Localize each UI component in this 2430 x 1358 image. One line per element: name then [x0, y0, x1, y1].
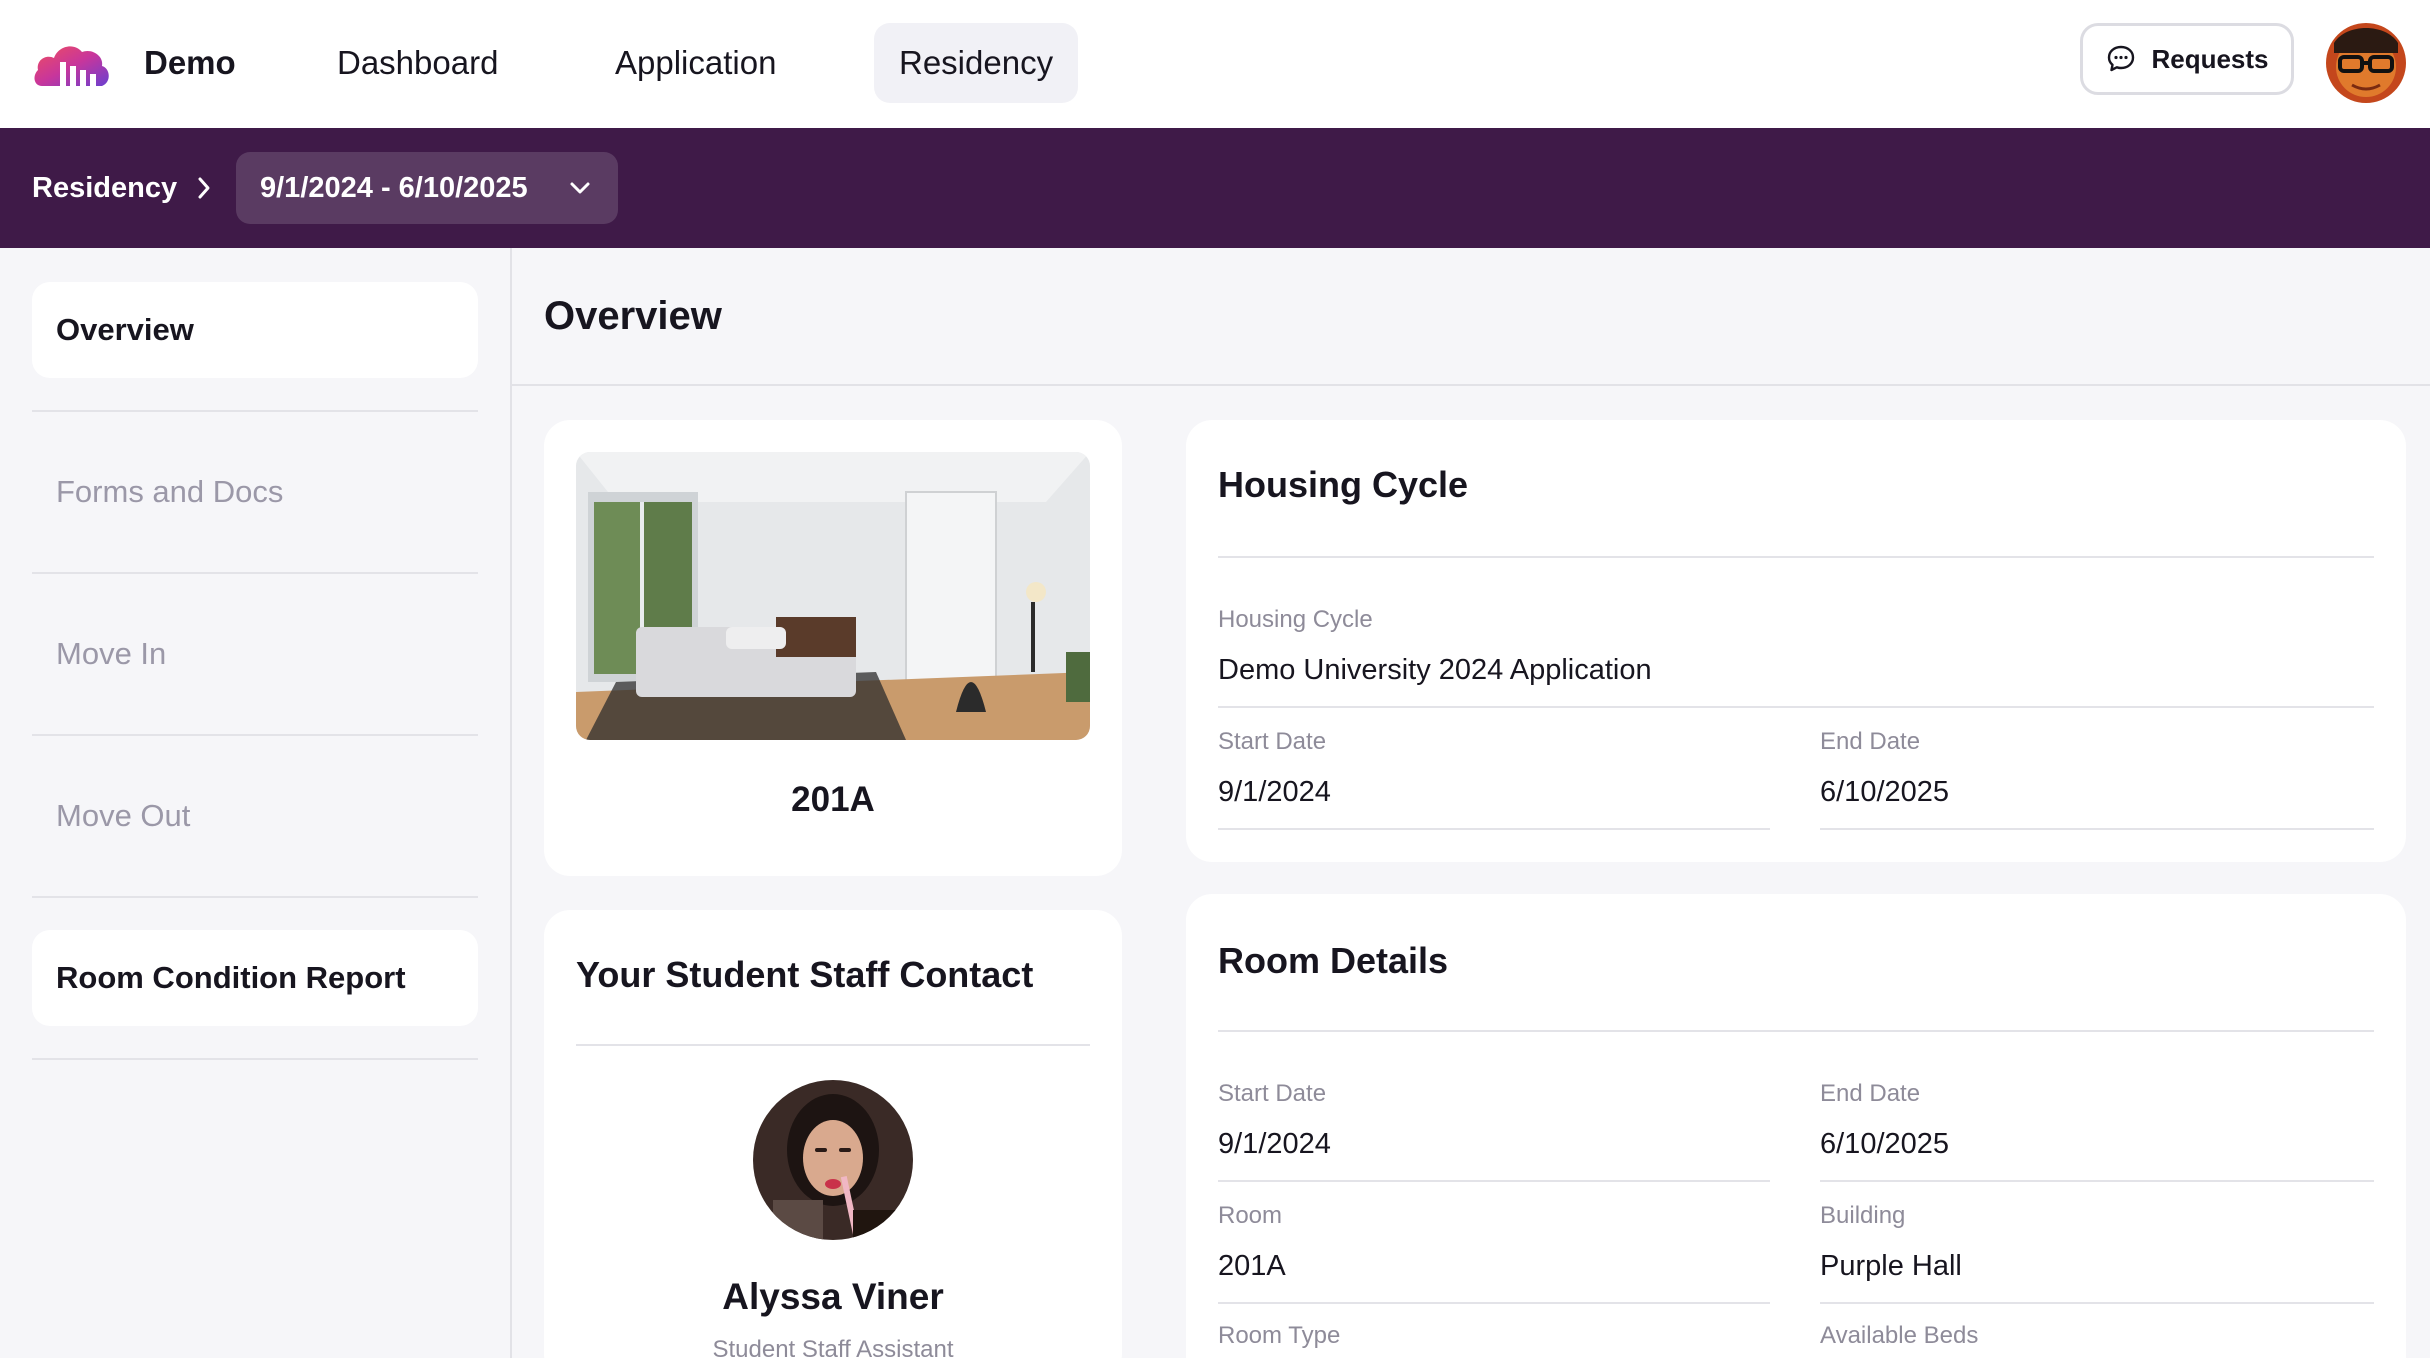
sidebar-divider: [32, 896, 478, 898]
page-title: Overview: [544, 294, 722, 338]
housing-cycle-select[interactable]: 9/1/2024 - 6/10/2025: [236, 152, 618, 224]
nav-residency[interactable]: Residency: [874, 23, 1079, 103]
room-value: 201A: [1218, 1250, 1286, 1282]
housing-cycle-label: Housing Cycle: [1218, 606, 1373, 633]
room-end-date-value: 6/10/2025: [1820, 1128, 1950, 1160]
housing-cycle-select-value: 9/1/2024 - 6/10/2025: [260, 171, 528, 204]
user-avatar[interactable]: [2326, 23, 2406, 103]
residency-subheader: Residency 9/1/2024 - 6/10/2025: [0, 128, 2430, 248]
room-start-date-label: Start Date: [1218, 1080, 1327, 1107]
field-divider: [1218, 706, 2374, 708]
room-end-date-label: End Date: [1820, 1080, 1921, 1107]
room-details-title: Room Details: [1218, 940, 1449, 981]
start-date-label: Start Date: [1218, 728, 1327, 755]
building-label: Building: [1820, 1202, 1906, 1229]
field-divider: [1218, 1180, 1770, 1182]
staff-name: Alyssa Viner: [722, 1276, 944, 1317]
sidebar-item-move-out[interactable]: Move Out: [32, 768, 478, 864]
start-date-value: 9/1/2024: [1218, 776, 1331, 808]
cloud-buildings-logo-icon[interactable]: [32, 36, 112, 92]
room-card: 201A: [544, 420, 1122, 876]
room-start-date-value: 9/1/2024: [1218, 1128, 1331, 1160]
room-label: Room: [1218, 1202, 1283, 1229]
staff-contact-card: Your Student Staff Contact Alyssa Viner …: [544, 910, 1122, 1358]
field-divider: [1820, 1302, 2374, 1304]
field-divider: [1820, 828, 2374, 830]
housing-cycle-title: Housing Cycle: [1218, 464, 1469, 505]
field-divider: [1820, 1180, 2374, 1182]
residency-sidebar: Overview Forms and Docs Move In Move Out…: [0, 248, 512, 1358]
staff-avatar: [753, 1080, 913, 1240]
breadcrumb-residency[interactable]: Residency: [32, 172, 177, 205]
card-divider: [1218, 1030, 2374, 1032]
chevron-right-icon: [198, 177, 210, 199]
card-divider: [1218, 556, 2374, 558]
requests-label: Requests: [2151, 43, 2269, 74]
title-divider: [512, 384, 2430, 386]
available-beds-label: Available Beds: [1820, 1322, 1979, 1349]
staff-role: Student Staff Assistant: [712, 1336, 954, 1358]
housing-cycle-card: Housing Cycle Housing Cycle Demo Univers…: [1186, 420, 2406, 862]
requests-button[interactable]: Requests: [2080, 23, 2294, 95]
sidebar-item-room-condition-report[interactable]: Room Condition Report: [32, 930, 478, 1026]
sidebar-divider: [32, 572, 478, 574]
field-divider: [1218, 828, 1770, 830]
sidebar-item-forms-and-docs[interactable]: Forms and Docs: [32, 444, 478, 540]
end-date-label: End Date: [1820, 728, 1921, 755]
chevron-down-icon: [570, 182, 590, 194]
nav-dashboard[interactable]: Dashboard: [312, 23, 523, 103]
sidebar-divider: [32, 1058, 478, 1060]
staff-card-title: Your Student Staff Contact: [576, 954, 1034, 995]
nav-application[interactable]: Application: [590, 23, 801, 103]
brand-name[interactable]: Demo: [144, 44, 236, 82]
top-navigation: Demo Dashboard Application Residency Req…: [0, 0, 2430, 128]
card-divider: [576, 1044, 1090, 1046]
housing-cycle-value: Demo University 2024 Application: [1218, 654, 1652, 686]
sidebar-divider: [32, 734, 478, 736]
sidebar-item-overview[interactable]: Overview: [32, 282, 478, 378]
sidebar-divider: [32, 410, 478, 412]
room-photo: [576, 452, 1090, 740]
room-type-label: Room Type: [1218, 1322, 1341, 1349]
room-name: 201A: [791, 780, 875, 819]
chat-bubble-icon: [2108, 45, 2135, 72]
building-value: Purple Hall: [1820, 1250, 1962, 1282]
end-date-value: 6/10/2025: [1820, 776, 1950, 808]
sidebar-item-move-in[interactable]: Move In: [32, 606, 478, 702]
room-details-card: Room Details Start Date 9/1/2024 End Dat…: [1186, 894, 2406, 1358]
field-divider: [1218, 1302, 1770, 1304]
